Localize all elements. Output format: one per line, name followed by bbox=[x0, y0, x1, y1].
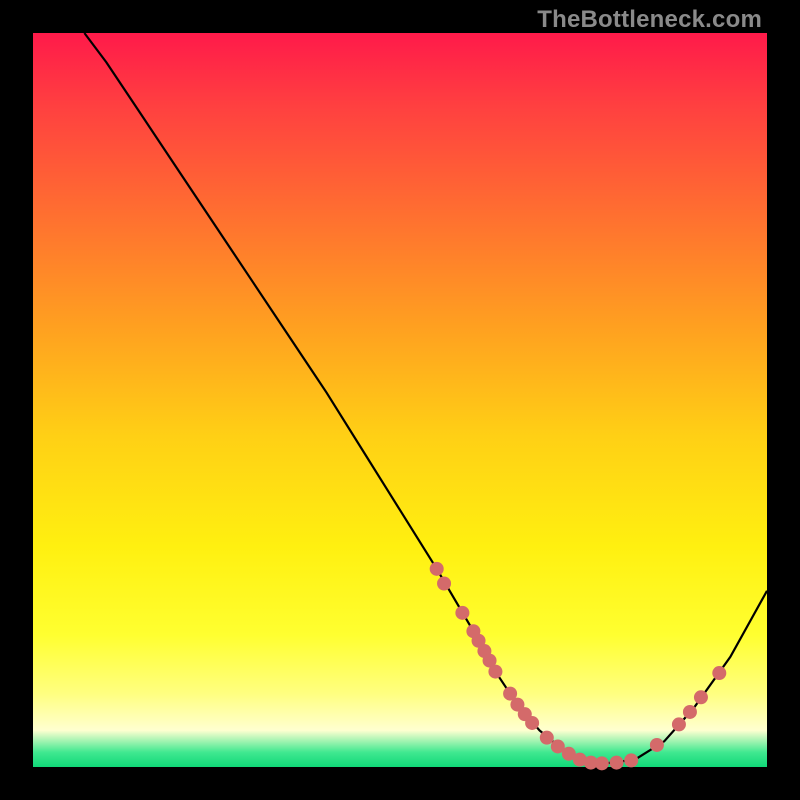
data-markers bbox=[430, 562, 727, 771]
watermark-text: TheBottleneck.com bbox=[537, 6, 762, 34]
data-marker bbox=[540, 731, 554, 745]
data-marker bbox=[455, 606, 469, 620]
data-marker bbox=[437, 577, 451, 591]
data-marker bbox=[694, 690, 708, 704]
data-marker bbox=[672, 717, 686, 731]
data-marker bbox=[624, 753, 638, 767]
data-marker bbox=[712, 666, 726, 680]
data-marker bbox=[650, 738, 664, 752]
data-marker bbox=[610, 756, 624, 770]
data-marker bbox=[683, 705, 697, 719]
data-marker bbox=[595, 756, 609, 770]
data-marker bbox=[525, 716, 539, 730]
data-marker bbox=[488, 665, 502, 679]
data-marker bbox=[430, 562, 444, 576]
chart-overlay bbox=[33, 33, 767, 767]
bottleneck-curve bbox=[84, 33, 767, 763]
chart-container: { "watermark": "TheBottleneck.com", "cha… bbox=[0, 0, 800, 800]
